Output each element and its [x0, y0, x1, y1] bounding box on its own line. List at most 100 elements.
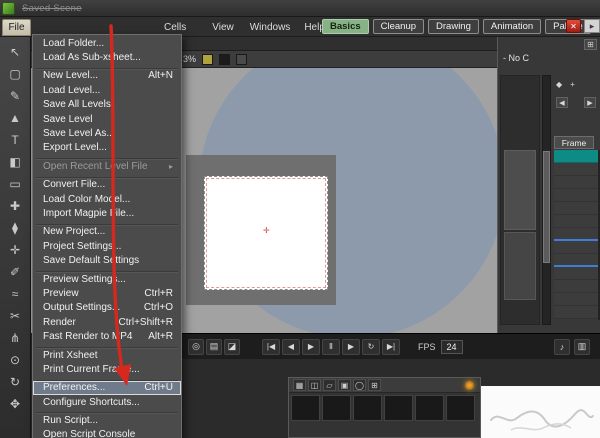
file-menu-item[interactable]: Configure Shortcuts... [33, 395, 181, 409]
file-menu-item[interactable]: Open Script Console [33, 428, 181, 438]
fill-tool[interactable]: ◧ [3, 151, 27, 173]
animate-tool[interactable]: ↖ [3, 41, 27, 63]
file-menu-item[interactable]: Import Magpie File... [33, 206, 181, 220]
type-tool[interactable]: T [3, 129, 27, 151]
onion-skin-button[interactable]: ◯ [353, 379, 366, 391]
xsheet-cell-column[interactable] [500, 75, 540, 325]
file-menu-item[interactable]: Load Folder... [33, 36, 181, 50]
xsheet-row[interactable] [554, 189, 598, 202]
brush-tool[interactable]: ✎ [3, 85, 27, 107]
histogram-button[interactable]: ▥ [574, 339, 590, 355]
file-menu-item[interactable]: New Project... [33, 225, 181, 239]
snapshot-button[interactable]: ◎ [188, 339, 204, 355]
filmstrip-cell[interactable] [291, 395, 320, 421]
rotate-tool[interactable]: ↻ [3, 371, 27, 393]
room-tab[interactable]: Animation [483, 19, 541, 34]
safe-area-button[interactable] [202, 54, 213, 65]
menubar-item[interactable]: Cells [158, 22, 192, 33]
file-menu-item[interactable]: Load Level... [33, 83, 181, 97]
xsheet-row[interactable] [554, 293, 598, 306]
room-tab[interactable]: Cleanup [373, 19, 424, 34]
subcamera-button[interactable]: ◪ [224, 339, 240, 355]
xsheet-row[interactable] [554, 241, 598, 254]
file-menu-item[interactable]: Preview Ctrl+R [33, 286, 181, 300]
prev-key-icon[interactable]: ◀ [556, 97, 568, 108]
xsheet-row[interactable] [554, 306, 598, 319]
filmstrip-cell[interactable] [384, 395, 413, 421]
xsheet-row[interactable] [554, 228, 598, 241]
camera-view-button[interactable]: ◫ [308, 379, 321, 391]
file-menu-item[interactable]: Save Level [33, 112, 181, 126]
3d-view-button[interactable]: ▱ [323, 379, 336, 391]
filmstrip-cell[interactable] [446, 395, 475, 421]
compare-snapshot-button[interactable]: ▤ [206, 339, 222, 355]
file-menu-item[interactable]: Print Xsheet [33, 348, 181, 362]
xsheet-scrollbar[interactable] [542, 75, 551, 325]
filmstrip-cell[interactable] [322, 395, 351, 421]
skeleton-tool[interactable]: ⋔ [3, 327, 27, 349]
geometric-tool[interactable]: ▲ [3, 107, 27, 129]
add-key-icon[interactable]: + [570, 80, 575, 89]
file-menu-item[interactable]: Load As Sub-xsheet... [33, 50, 181, 64]
file-menu-item[interactable]: Run Script... [33, 413, 181, 427]
loop-button[interactable]: ↻ [362, 339, 380, 355]
next-key-icon[interactable]: ▶ [584, 97, 596, 108]
file-menu-item[interactable]: Save Default Settings [33, 253, 181, 267]
camera-view-button[interactable] [236, 54, 247, 65]
pinch-tool[interactable]: ≈ [3, 283, 27, 305]
eraser-tool[interactable]: ▭ [3, 173, 27, 195]
key-icon[interactable]: ◆ [556, 80, 562, 89]
next-frame-button[interactable]: ▶ [342, 339, 360, 355]
filmstrip-cell[interactable] [415, 395, 444, 421]
xsheet-row[interactable] [554, 267, 598, 280]
xsheet-row[interactable] [554, 163, 598, 176]
file-menu-item[interactable]: Preferences... Ctrl+U [33, 381, 181, 395]
grid-button[interactable]: ⊞ [368, 379, 381, 391]
close-room-icon[interactable]: ✕ [566, 19, 581, 33]
zoom-tool[interactable]: ⊙ [3, 349, 27, 371]
xsheet-row[interactable] [554, 202, 598, 215]
file-menu-item[interactable]: Render Ctrl+Shift+R [33, 315, 181, 329]
file-menu-item[interactable]: Open Recent Level File ▸ [33, 159, 181, 173]
file-menu-item[interactable]: Load Color Model... [33, 192, 181, 206]
file-menu-item[interactable]: Output Settings... Ctrl+O [33, 301, 181, 315]
menubar-item[interactable]: View [206, 22, 240, 33]
rgb-picker-tool[interactable]: ✛ [3, 239, 27, 261]
file-menu-item[interactable]: Fast Render to MP4 Alt+R [33, 329, 181, 343]
play-button[interactable]: ▶ [302, 339, 320, 355]
pause-button[interactable]: Ⅱ [322, 339, 340, 355]
file-menu-item[interactable]: Convert File... [33, 178, 181, 192]
cutter-tool[interactable]: ✂ [3, 305, 27, 327]
file-menu-item[interactable]: New Level... Alt+N [33, 69, 181, 83]
file-menu-item[interactable]: Save All Levels [33, 98, 181, 112]
file-menu-item[interactable]: Export Level... [33, 141, 181, 155]
filmstrip-cell[interactable] [353, 395, 382, 421]
control-point-editor-tool[interactable]: ✐ [3, 261, 27, 283]
xsheet-row[interactable] [554, 254, 598, 267]
hand-tool[interactable]: ✥ [3, 393, 27, 415]
cell-block[interactable] [504, 232, 536, 300]
selection-tool[interactable]: ▢ [3, 63, 27, 85]
panel-menu-icon[interactable]: ⊞ [584, 39, 597, 50]
scroll-tabs-icon[interactable]: ▸ [584, 19, 600, 33]
file-menu-item[interactable]: Preview Settings... [33, 272, 181, 286]
menu-file[interactable]: File [2, 19, 31, 36]
room-tab[interactable]: Basics [322, 19, 369, 34]
first-frame-button[interactable]: |◀ [262, 339, 280, 355]
xsheet-row[interactable] [554, 215, 598, 228]
prev-frame-button[interactable]: ◀ [282, 339, 300, 355]
xsheet-row[interactable] [554, 280, 598, 293]
file-menu-item[interactable]: Save Level As... [33, 126, 181, 140]
menubar-item[interactable]: Windows [244, 22, 297, 33]
xsheet-row[interactable] [554, 150, 598, 163]
tape-tool[interactable]: ✚ [3, 195, 27, 217]
cell-block[interactable] [504, 150, 536, 230]
file-menu-item[interactable]: Project Settings... [33, 239, 181, 253]
file-menu-item[interactable]: Print Current Frame... [33, 362, 181, 376]
sound-button[interactable]: ♪ [554, 339, 570, 355]
table-view-button[interactable]: ▦ [293, 379, 306, 391]
xsheet-row[interactable] [554, 176, 598, 189]
fps-field[interactable]: 24 [441, 340, 463, 354]
last-frame-button[interactable]: ▶| [382, 339, 400, 355]
preview-power-icon[interactable]: ◉ [463, 379, 476, 391]
